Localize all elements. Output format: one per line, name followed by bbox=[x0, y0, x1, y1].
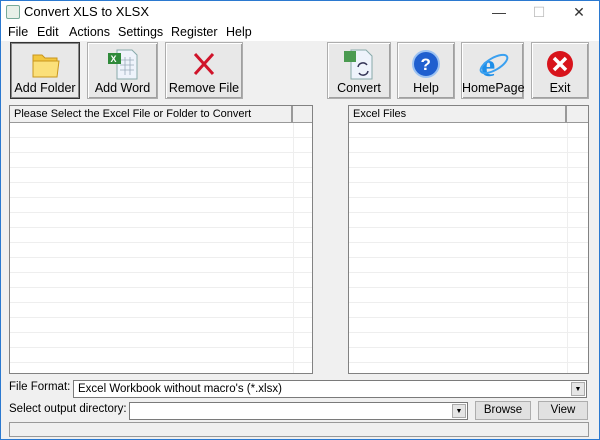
minimize-button[interactable]: — bbox=[479, 1, 519, 23]
add-folder-label: Add Folder bbox=[14, 81, 76, 95]
source-file-list[interactable]: Please Select the Excel File or Folder t… bbox=[9, 105, 313, 374]
help-button[interactable]: ? Help bbox=[397, 42, 455, 99]
excel-files-list[interactable]: Excel Files bbox=[348, 105, 589, 374]
file-format-label: File Format: bbox=[9, 381, 71, 393]
add-word-button[interactable]: X Add Word bbox=[87, 42, 158, 99]
menu-edit[interactable]: Edit bbox=[37, 25, 59, 39]
folder-icon bbox=[32, 54, 60, 78]
add-word-label: Add Word bbox=[94, 81, 151, 95]
file-format-value: Excel Workbook without macro's (*.xlsx) bbox=[78, 383, 282, 395]
source-list-header: Please Select the Excel File or Folder t… bbox=[10, 106, 312, 123]
close-button[interactable]: ✕ bbox=[559, 1, 599, 23]
output-directory-select[interactable]: ▼ bbox=[129, 402, 468, 420]
menu-file[interactable]: File bbox=[8, 25, 28, 39]
svg-text:X: X bbox=[110, 54, 116, 64]
convert-icon bbox=[344, 49, 373, 80]
remove-file-label: Remove File bbox=[168, 81, 240, 95]
title-bar: Convert XLS to XLSX — ☐ ✕ bbox=[1, 1, 599, 23]
excel-document-icon: X bbox=[107, 49, 137, 80]
menu-help[interactable]: Help bbox=[226, 25, 252, 39]
remove-file-button[interactable]: Remove File bbox=[165, 42, 243, 99]
svg-text:?: ? bbox=[421, 55, 431, 74]
exit-label: Exit bbox=[549, 81, 571, 95]
convert-button[interactable]: Convert bbox=[327, 42, 391, 99]
add-folder-button[interactable]: Add Folder bbox=[10, 42, 80, 99]
exit-icon bbox=[547, 51, 573, 77]
menu-bar: File Edit Actions Settings Register Help bbox=[1, 23, 599, 41]
column-divider bbox=[293, 123, 294, 373]
column-divider bbox=[567, 123, 568, 373]
help-label: Help bbox=[413, 81, 439, 95]
excel-files-header: Excel Files bbox=[349, 106, 588, 123]
browse-button[interactable]: Browse bbox=[475, 401, 531, 420]
dropdown-arrow-icon[interactable]: ▼ bbox=[452, 404, 466, 418]
exit-button[interactable]: Exit bbox=[531, 42, 589, 99]
menu-register[interactable]: Register bbox=[171, 25, 218, 39]
menu-actions[interactable]: Actions bbox=[69, 25, 110, 39]
output-directory-label: Select output directory: bbox=[9, 403, 127, 415]
red-x-icon bbox=[193, 52, 215, 76]
source-column-header[interactable]: Please Select the Excel File or Folder t… bbox=[10, 106, 293, 122]
internet-explorer-icon: e bbox=[479, 47, 508, 81]
maximize-button[interactable]: ☐ bbox=[519, 1, 559, 23]
homepage-button[interactable]: e HomePage bbox=[461, 42, 525, 99]
homepage-label: HomePage bbox=[462, 81, 525, 95]
app-icon bbox=[6, 5, 20, 19]
dropdown-arrow-icon[interactable]: ▼ bbox=[571, 382, 585, 396]
menu-settings[interactable]: Settings bbox=[118, 25, 163, 39]
excel-files-column-header[interactable]: Excel Files bbox=[349, 106, 567, 122]
view-button[interactable]: View bbox=[538, 401, 588, 420]
file-format-select[interactable]: Excel Workbook without macro's (*.xlsx) … bbox=[73, 380, 587, 398]
help-icon: ? bbox=[412, 50, 440, 78]
convert-label: Convert bbox=[337, 81, 381, 95]
window-title: Convert XLS to XLSX bbox=[24, 4, 150, 19]
status-bar bbox=[9, 422, 589, 437]
